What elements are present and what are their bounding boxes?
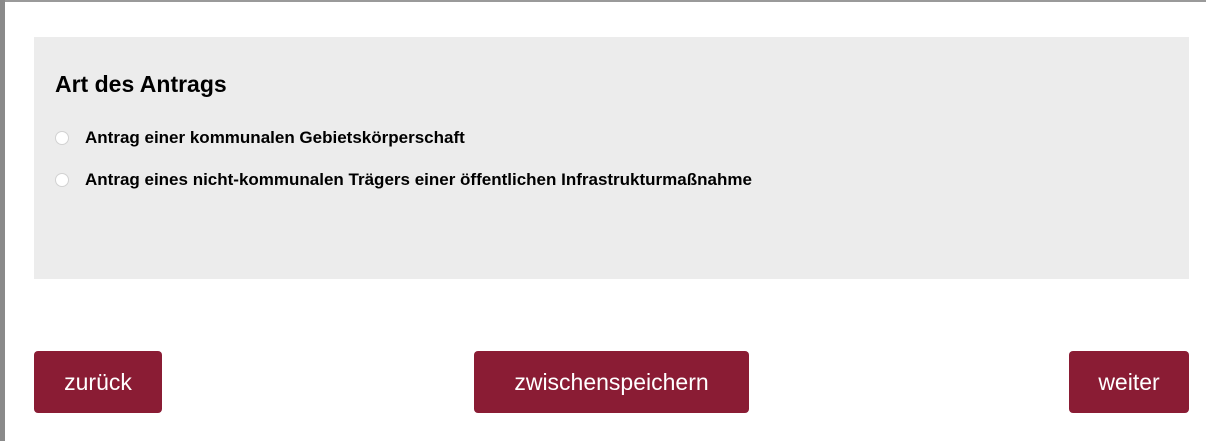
option-non-municipal-sponsor[interactable]: Antrag eines nicht-kommunalen Trägers ei… — [55, 169, 752, 191]
option-municipal-authority[interactable]: Antrag einer kommunalen Gebietskörpersch… — [55, 127, 465, 149]
window-top-border — [0, 0, 1206, 2]
back-button[interactable]: zurück — [34, 351, 162, 413]
option-label-non-municipal-sponsor: Antrag eines nicht-kommunalen Trägers ei… — [85, 170, 752, 189]
window-left-border — [0, 0, 5, 441]
section-title: Art des Antrags — [55, 71, 227, 97]
save-draft-button[interactable]: zwischenspeichern — [474, 351, 749, 413]
radio-button-non-municipal-sponsor[interactable] — [55, 173, 69, 187]
radio-button-municipal-authority[interactable] — [55, 131, 69, 145]
option-label-municipal-authority: Antrag einer kommunalen Gebietskörpersch… — [85, 128, 465, 147]
application-type-panel: Art des Antrags Antrag einer kommunalen … — [34, 37, 1189, 279]
next-button[interactable]: weiter — [1069, 351, 1189, 413]
